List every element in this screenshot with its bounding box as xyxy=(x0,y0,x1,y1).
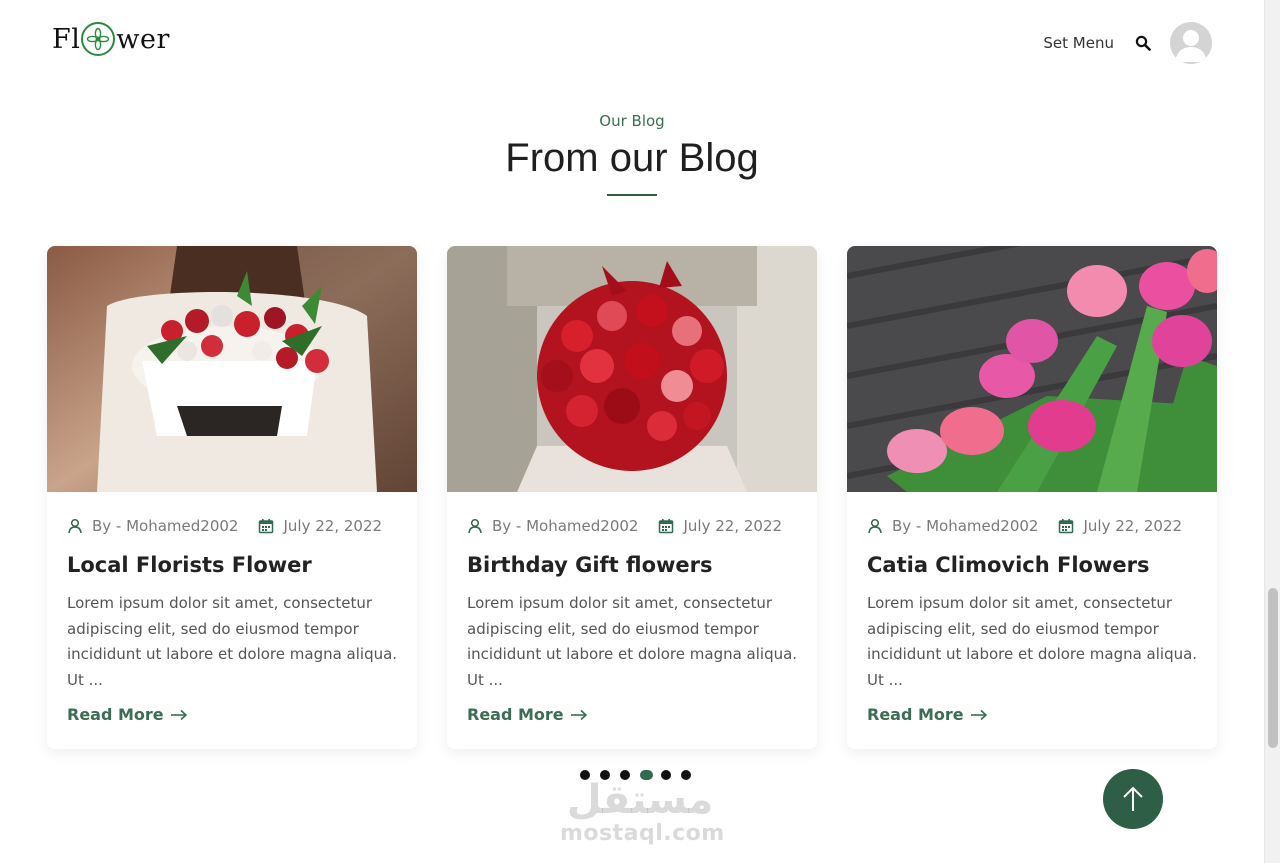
blog-image-bouquet-box[interactable] xyxy=(47,246,417,492)
title-divider xyxy=(607,194,657,196)
post-author-text: By - Mohamed2002 xyxy=(892,517,1039,535)
read-more-label: Read More xyxy=(67,705,164,724)
post-excerpt: Lorem ipsum dolor sit amet, consectetur … xyxy=(467,594,798,689)
mostaql-watermark: مستقل mostaql.com xyxy=(560,777,725,846)
user-avatar[interactable] xyxy=(1170,22,1212,64)
read-more-link[interactable]: Read More xyxy=(867,705,988,724)
arrow-up-icon xyxy=(1122,785,1144,813)
post-date: July 22, 2022 xyxy=(658,517,782,535)
post-title[interactable]: Local Florists Flower xyxy=(67,553,397,577)
blog-card-body: By - Mohamed2002 July 22, 2022 Local Flo… xyxy=(47,492,417,724)
blog-card[interactable]: By - Mohamed2002 July 22, 2022 Local Flo… xyxy=(47,246,417,749)
post-author: By - Mohamed2002 xyxy=(67,517,238,535)
blog-image-red-bouquet[interactable] xyxy=(447,246,817,492)
post-title[interactable]: Birthday Gift flowers xyxy=(467,553,797,577)
read-more-link[interactable]: Read More xyxy=(67,705,188,724)
post-author-text: By - Mohamed2002 xyxy=(492,517,639,535)
post-date: July 22, 2022 xyxy=(1058,517,1182,535)
arrow-right-icon xyxy=(570,709,588,721)
calendar-icon xyxy=(1058,518,1074,534)
post-meta: By - Mohamed2002 July 22, 2022 xyxy=(467,516,797,536)
post-meta: By - Mohamed2002 July 22, 2022 xyxy=(867,516,1197,536)
blog-card-body: By - Mohamed2002 July 22, 2022 Birthday … xyxy=(447,492,817,724)
post-author: By - Mohamed2002 xyxy=(867,517,1038,535)
section-eyebrow: Our Blog xyxy=(599,112,665,130)
arrow-right-icon xyxy=(170,709,188,721)
user-icon xyxy=(867,518,883,534)
post-author-text: By - Mohamed2002 xyxy=(92,517,239,535)
blog-image-pink-tulips[interactable] xyxy=(847,246,1217,492)
blog-card[interactable]: By - Mohamed2002 July 22, 2022 Birthday … xyxy=(447,246,817,749)
site-header: Fl wer Set Menu xyxy=(0,0,1264,86)
page-scrollbar[interactable] xyxy=(1264,0,1280,863)
user-icon xyxy=(467,518,483,534)
post-meta: By - Mohamed2002 July 22, 2022 xyxy=(67,516,397,536)
blog-card-body: By - Mohamed2002 July 22, 2022 Catia Cli… xyxy=(847,492,1217,724)
user-icon xyxy=(67,518,83,534)
post-title[interactable]: Catia Climovich Flowers xyxy=(867,553,1197,577)
site-logo[interactable]: Fl wer xyxy=(52,22,170,56)
watermark-latin: mostaql.com xyxy=(560,821,725,846)
post-date: July 22, 2022 xyxy=(258,517,382,535)
watermark-arabic: مستقل xyxy=(566,777,714,823)
section-title: From our Blog xyxy=(505,136,759,180)
header-actions: Set Menu xyxy=(1043,22,1212,64)
arrow-right-icon xyxy=(970,709,988,721)
post-excerpt: Lorem ipsum dolor sit amet, consectetur … xyxy=(867,594,1198,689)
post-excerpt: Lorem ipsum dolor sit amet, consectetur … xyxy=(67,594,398,689)
search-icon[interactable] xyxy=(1134,34,1152,52)
back-to-top-button[interactable] xyxy=(1103,769,1163,829)
post-date-text: July 22, 2022 xyxy=(283,517,383,535)
calendar-icon xyxy=(658,518,674,534)
logo-text-start: Fl xyxy=(52,23,81,55)
scrollbar-thumb[interactable] xyxy=(1268,588,1278,748)
read-more-label: Read More xyxy=(467,705,564,724)
post-author: By - Mohamed2002 xyxy=(467,517,638,535)
post-date-text: July 22, 2022 xyxy=(1083,517,1183,535)
blog-card[interactable]: By - Mohamed2002 July 22, 2022 Catia Cli… xyxy=(847,246,1217,749)
flower-logo-icon xyxy=(81,22,116,56)
set-menu-link[interactable]: Set Menu xyxy=(1043,34,1114,52)
logo-text-end: wer xyxy=(116,23,170,55)
read-more-link[interactable]: Read More xyxy=(467,705,588,724)
post-date-text: July 22, 2022 xyxy=(683,517,783,535)
calendar-icon xyxy=(258,518,274,534)
read-more-label: Read More xyxy=(867,705,964,724)
